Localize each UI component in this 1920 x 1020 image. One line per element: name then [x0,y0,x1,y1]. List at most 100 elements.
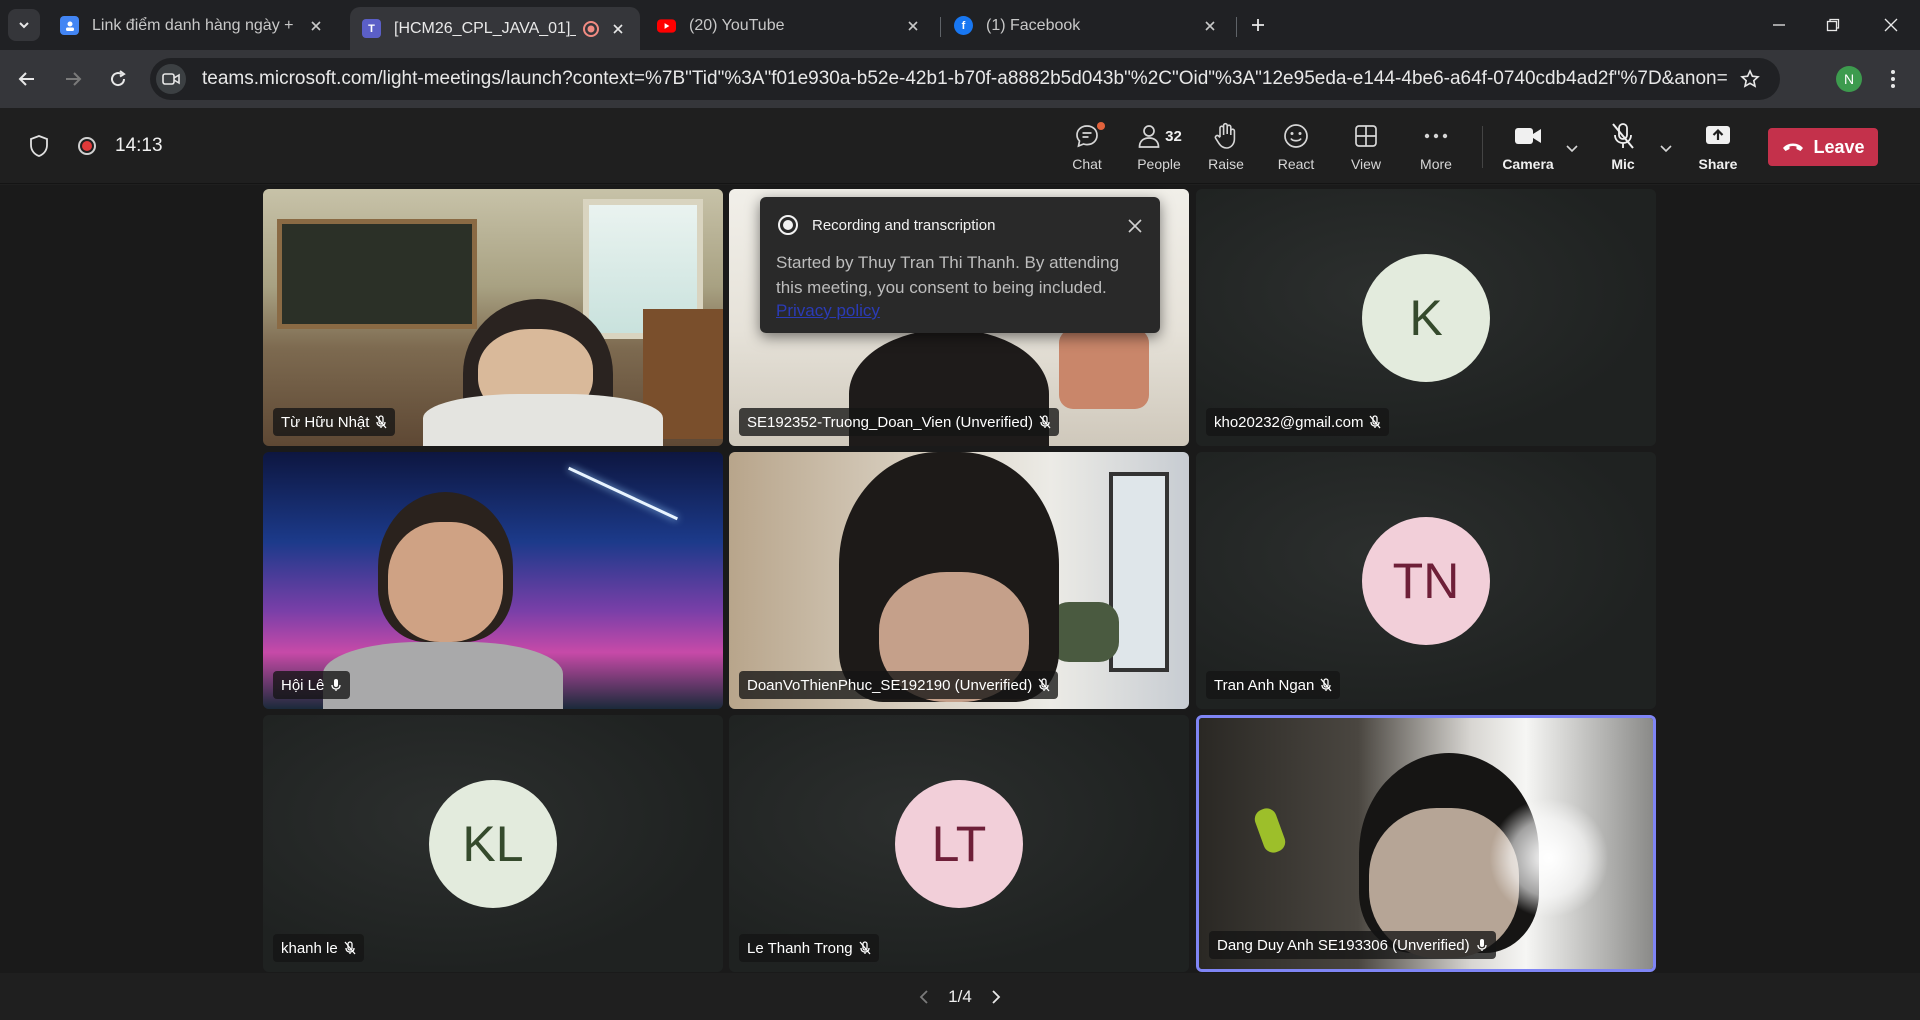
share-button[interactable]: Share [1688,120,1748,178]
arrow-left-icon [18,72,34,86]
more-vertical-icon [1891,70,1895,88]
new-tab-button[interactable] [1245,12,1271,38]
participant-name: Hội Lê [281,676,325,694]
participant-name-tag: Tran Anh Ngan [1206,671,1341,699]
address-bar[interactable]: teams.microsoft.com/light-meetings/launc… [150,58,1780,100]
participant-name-tag: Dang Duy Anh SE193306 (Unverified) [1209,931,1496,959]
participant-tile[interactable]: TN Tran Anh Ngan [1196,452,1656,709]
emoji-icon [1282,120,1310,152]
people-label: People [1137,156,1181,172]
react-button[interactable]: React [1266,120,1326,178]
back-button[interactable] [12,64,42,94]
close-icon [1884,18,1898,32]
chevron-down-icon [1566,145,1578,153]
privacy-policy-link[interactable]: Privacy policy [776,301,880,321]
recording-notice-popup: Recording and transcription Started by T… [760,197,1160,333]
participant-name-tag: khanh le [273,934,364,962]
people-count: 32 [1165,127,1182,145]
next-page-button[interactable] [986,987,1006,1007]
mic-off-icon [375,415,387,429]
profile-avatar[interactable]: N [1836,66,1862,92]
chevron-down-icon [19,22,29,29]
react-label: React [1277,156,1315,172]
tab-title: [HCM26_CPL_JAVA_01]_Mee [394,19,576,37]
shield-icon[interactable] [28,134,50,158]
bookmark-star-icon[interactable] [1738,67,1762,91]
close-icon[interactable] [306,16,326,36]
mic-options-button[interactable] [1657,140,1675,158]
tab-title: Link điểm danh hàng ngày + M [92,16,298,34]
mic-off-icon [859,941,871,955]
mic-label: Mic [1611,156,1635,172]
url-text[interactable]: teams.microsoft.com/light-meetings/launc… [202,68,1727,90]
tab-facebook[interactable]: f (1) Facebook [942,7,1232,44]
close-icon[interactable] [903,16,923,36]
previous-page-button[interactable] [914,987,934,1007]
participant-tile[interactable]: KL khanh le [263,715,723,972]
tab-google-forms[interactable]: Link điểm danh hàng ngày + M [48,7,338,44]
leave-button[interactable]: Leave [1768,128,1878,166]
more-horizontal-icon [1423,120,1449,152]
camera-options-button[interactable] [1563,140,1581,158]
avatar: LT [895,779,1023,908]
share-screen-icon [1704,120,1732,152]
avatar: K [1362,253,1490,382]
participant-name: Từ Hữu Nhật [281,413,370,431]
mic-off-icon [1610,120,1636,152]
plus-icon [1252,19,1264,31]
teams-icon: T [362,19,381,38]
raise-hand-icon [1212,120,1240,152]
more-button[interactable]: More [1406,120,1466,178]
minimize-button[interactable] [1766,12,1792,38]
close-window-button[interactable] [1878,12,1904,38]
view-button[interactable]: View [1336,120,1396,178]
tab-separator [940,17,941,37]
participant-name: DoanVoThienPhuc_SE192190 (Unverified) [747,676,1033,694]
chevron-down-icon [1660,145,1672,153]
recording-indicator-icon [583,20,599,37]
participant-tile[interactable]: Hội Lê [263,452,723,709]
participant-name: Tran Anh Ngan [1214,676,1315,694]
participant-name: Dang Duy Anh SE193306 (Unverified) [1217,936,1470,954]
people-button[interactable]: 32 People [1127,120,1191,178]
minimize-icon [1773,24,1785,26]
reload-button[interactable] [103,64,133,94]
tab-teams-meeting[interactable]: T [HCM26_CPL_JAVA_01]_Mee [350,7,640,50]
chat-label: Chat [1072,156,1102,172]
camera-button[interactable]: Camera [1498,120,1558,178]
chat-button[interactable]: Chat [1057,120,1117,178]
people-icon: 32 [1136,120,1182,152]
participant-tile[interactable]: DoanVoThienPhuc_SE192190 (Unverified) [729,452,1189,709]
mic-button[interactable]: Mic [1593,120,1653,178]
close-icon[interactable] [1200,16,1220,36]
participant-name: SE192352-Truong_Doan_Vien (Unverified) [747,413,1034,431]
browser-toolbar: teams.microsoft.com/light-meetings/launc… [0,50,1920,108]
tab-search-button[interactable] [8,9,40,41]
browser-menu-button[interactable] [1880,66,1906,92]
participant-name-tag: DoanVoThienPhuc_SE192190 (Unverified) [739,671,1059,699]
restore-button[interactable] [1820,12,1846,38]
browser-tab-bar: Link điểm danh hàng ngày + M T [HCM26_CP… [0,0,1920,50]
camera-label: Camera [1502,156,1554,172]
arrow-right-icon [66,72,82,86]
popup-close-button[interactable] [1124,215,1146,237]
avatar: TN [1362,516,1490,645]
participant-tile[interactable]: LT Le Thanh Trong [729,715,1189,972]
raise-hand-button[interactable]: Raise [1196,120,1256,178]
tab-youtube[interactable]: (20) YouTube [645,7,935,44]
avatar: KL [429,779,557,908]
tab-title: (1) Facebook [986,16,1081,34]
google-forms-icon [60,16,79,35]
raise-label: Raise [1208,156,1244,172]
participant-tile-self[interactable]: Dang Duy Anh SE193306 (Unverified) [1196,715,1656,972]
close-icon[interactable] [608,19,628,39]
unread-dot [1097,122,1105,130]
mic-on-icon [1476,938,1488,952]
forward-button[interactable] [58,64,88,94]
participant-tile[interactable]: K kho20232@gmail.com [1196,189,1656,446]
camera-icon [1514,120,1542,152]
participant-name-tag: Từ Hữu Nhật [273,408,396,436]
participant-tile[interactable]: Từ Hữu Nhật [263,189,723,446]
site-info-icon[interactable] [156,64,186,94]
participant-name-tag: Hội Lê [273,671,351,699]
